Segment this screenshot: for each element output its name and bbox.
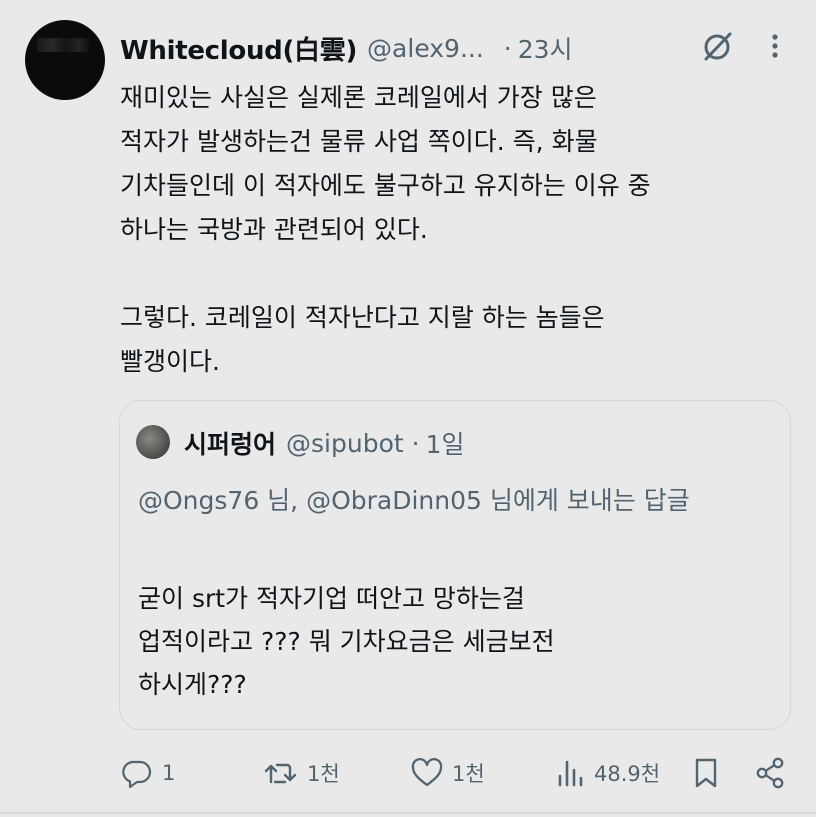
quote-header-separator: · bbox=[411, 428, 420, 458]
heart-icon bbox=[410, 756, 444, 790]
avatar-image-detail bbox=[37, 38, 89, 52]
views-icon bbox=[556, 756, 586, 790]
tweet-text-line: 하나는 국방과 관련되어 있다. bbox=[120, 215, 428, 244]
quote-reply-context: @Ongs76 님, @ObraDinn05 님에게 보내는 답글 bbox=[138, 486, 690, 515]
retweet-button[interactable]: 1천 bbox=[263, 750, 340, 796]
like-button[interactable]: 1천 bbox=[410, 750, 485, 796]
tweet-text-line: 적자가 발생하는건 물류 사업 쪽이다. 즉, 화물 bbox=[120, 127, 598, 156]
quoted-tweet[interactable]: 시퍼렁어 @sipubot · 1일 @Ongs76 님, @ObraDinn0… bbox=[119, 400, 791, 730]
tweet-action-bar: 1 1천 1천 48.9천 bbox=[0, 750, 816, 796]
reply-count: 1 bbox=[162, 761, 176, 785]
bookmark-button[interactable] bbox=[692, 750, 720, 796]
share-icon bbox=[754, 756, 788, 790]
like-count: 1천 bbox=[452, 762, 485, 786]
quote-text-line: 하시게??? bbox=[138, 670, 247, 699]
header-separator: · bbox=[503, 33, 512, 63]
grok-icon[interactable] bbox=[700, 28, 736, 64]
quote-text-line: 굳이 srt가 적자기업 떠안고 망하는걸 bbox=[138, 584, 525, 613]
tweet-timestamp[interactable]: 23시 bbox=[518, 30, 573, 66]
share-button[interactable] bbox=[754, 750, 788, 796]
views-button[interactable]: 48.9천 bbox=[556, 750, 660, 796]
tweet-body: 재미있는 사실은 실제론 코레일에서 가장 많은 적자가 발생하는건 물류 사업… bbox=[120, 76, 790, 384]
quote-header: 시퍼렁어 @sipubot · 1일 bbox=[184, 423, 465, 463]
author-handle[interactable]: @alex9... bbox=[367, 34, 484, 63]
reply-button[interactable]: 1 bbox=[120, 750, 175, 796]
tweet-header: Whitecloud(白雲) @alex9... · 23시 bbox=[120, 28, 800, 68]
quote-body: 굳이 srt가 적자기업 떠안고 망하는걸 업적이라고 ??? 뭐 기차요금은 … bbox=[138, 577, 778, 706]
divider bbox=[0, 812, 816, 814]
bookmark-icon bbox=[692, 756, 720, 790]
author-avatar[interactable] bbox=[25, 20, 105, 100]
tweet-text-line: 기차들인데 이 적자에도 불구하고 유지하는 이유 중 bbox=[120, 171, 651, 200]
retweet-icon bbox=[263, 756, 299, 790]
tweet-text-line: 빨갱이다. bbox=[120, 347, 220, 376]
retweet-count: 1천 bbox=[307, 762, 340, 786]
quote-text-line: 업적이라고 ??? 뭐 기차요금은 세금보전 bbox=[138, 627, 555, 656]
quote-author-avatar bbox=[136, 425, 170, 459]
tweet-text-line: 재미있는 사실은 실제론 코레일에서 가장 많은 bbox=[120, 83, 597, 112]
author-display-name[interactable]: Whitecloud(白雲) bbox=[120, 30, 357, 67]
reply-icon bbox=[120, 756, 154, 790]
more-vertical-icon[interactable] bbox=[764, 30, 786, 62]
quote-timestamp: 1일 bbox=[425, 430, 465, 459]
tweet-text-line: 그렇다. 코레일이 적자난다고 지랄 하는 놈들은 bbox=[120, 303, 605, 332]
quote-author-handle: @sipubot bbox=[286, 428, 404, 458]
quote-author-display-name: 시퍼렁어 bbox=[184, 430, 277, 459]
views-count: 48.9천 bbox=[594, 762, 661, 786]
